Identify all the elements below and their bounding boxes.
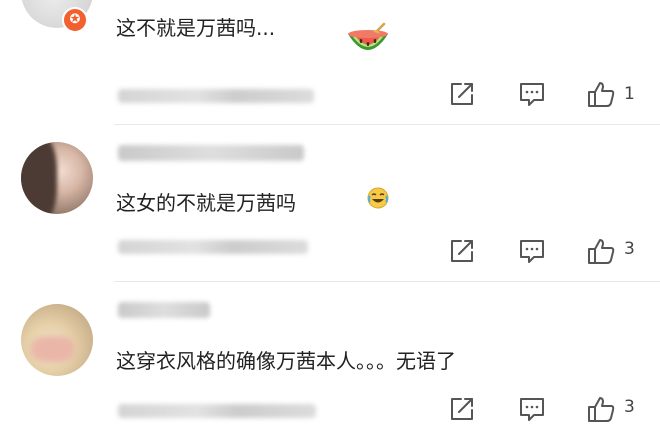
comment-icon: [520, 240, 544, 263]
reply-button[interactable]: [517, 236, 547, 266]
comment-icon: [520, 83, 544, 106]
avatar[interactable]: [21, 142, 93, 214]
reply-button[interactable]: [517, 79, 547, 109]
divider: [114, 124, 660, 125]
like-button[interactable]: [586, 394, 616, 424]
comment-meta: [118, 240, 308, 254]
verified-badge-icon: ✪: [62, 7, 88, 33]
share-icon: [451, 83, 473, 105]
avatar[interactable]: [21, 304, 93, 376]
watermelon-emoji: [348, 22, 388, 50]
username[interactable]: [118, 145, 304, 161]
like-count: 3: [624, 239, 635, 259]
thumbs-up-icon: [588, 82, 615, 107]
share-icon: [451, 398, 473, 420]
like-button[interactable]: [586, 79, 616, 109]
comment-text: 这不就是万茜吗...: [116, 16, 276, 40]
comment-item: ✪ 这不就是万茜吗... 1: [0, 0, 660, 127]
share-button[interactable]: [447, 79, 477, 109]
comment-meta: [118, 404, 316, 418]
like-count: 1: [624, 84, 635, 104]
thumbs-up-icon: [588, 239, 615, 264]
thumbs-up-icon: [588, 397, 615, 422]
laughing-crying-emoji: [367, 187, 389, 209]
username[interactable]: [118, 302, 210, 318]
share-button[interactable]: [447, 236, 477, 266]
comment-icon: [520, 398, 544, 421]
reply-button[interactable]: [517, 394, 547, 424]
comment-meta: [118, 89, 314, 103]
comment-item: 这穿衣风格的确像万茜本人。。。无语了: [0, 277, 660, 423]
comment-text: 这女的不就是万茜吗: [116, 191, 296, 215]
share-button[interactable]: [447, 394, 477, 424]
comment-item: 这女的不就是万茜吗: [0, 127, 660, 277]
like-count: 3: [624, 397, 635, 417]
share-icon: [451, 240, 473, 262]
like-button[interactable]: [586, 236, 616, 266]
comment-text: 这穿衣风格的确像万茜本人。。。无语了: [116, 349, 456, 373]
